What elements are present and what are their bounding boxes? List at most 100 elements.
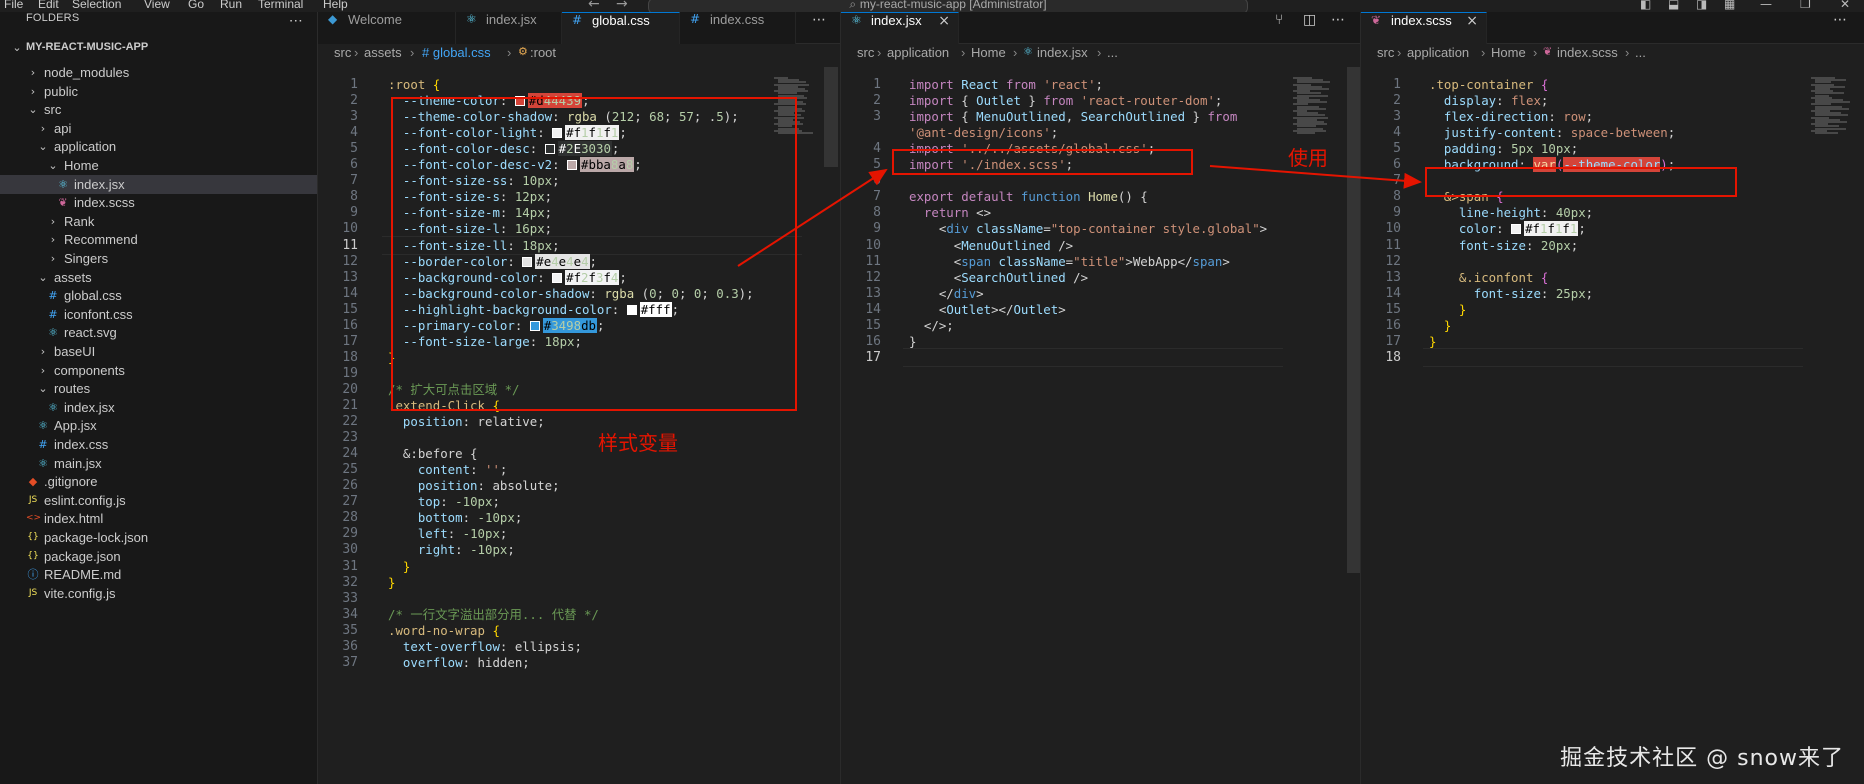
command-center[interactable]: ⌕ my-react-music-app [Administrator] — [648, 0, 1248, 12]
breadcrumb-item[interactable]: application — [887, 45, 949, 60]
tree-item[interactable]: › Singers — [0, 249, 317, 268]
more-actions-icon[interactable]: ⋯ — [812, 12, 826, 44]
chevron-right-icon: › — [30, 84, 36, 98]
breadcrumb-item[interactable]: Home — [971, 45, 1006, 60]
restore-icon[interactable]: ❐ — [1800, 0, 1811, 11]
breadcrumb-item[interactable]: ... — [1107, 45, 1118, 60]
menu-help[interactable]: Help — [323, 0, 348, 11]
color-swatch[interactable] — [1511, 224, 1522, 235]
tab-label: Welcome — [348, 12, 402, 27]
tree-item[interactable]: ⓘ README.md — [0, 565, 317, 584]
tree-item[interactable]: › components — [0, 361, 317, 380]
toggle-sidebar-icon[interactable]: ◧ — [1640, 0, 1651, 11]
menu-selection[interactable]: Selection — [72, 0, 121, 11]
tree-item[interactable]: ⚛ main.jsx — [0, 454, 317, 473]
tree-item[interactable]: {} package-lock.json — [0, 528, 317, 547]
tree-item-label: index.html — [44, 511, 104, 527]
tree-item[interactable]: ⚛ react.svg — [0, 323, 317, 342]
breadcrumb-item[interactable]: application — [1407, 45, 1469, 60]
tree-item[interactable]: ⚛ index.jsx — [0, 398, 317, 417]
tree-item[interactable]: # global.css — [0, 286, 317, 305]
forward-arrow-icon[interactable]: → — [616, 0, 628, 12]
menu-run[interactable]: Run — [220, 0, 242, 11]
breadcrumb-item[interactable]: index.jsx — [1037, 45, 1088, 60]
tree-item[interactable]: {} package.json — [0, 547, 317, 566]
breadcrumb-item[interactable]: src — [334, 45, 351, 60]
tab-index-css[interactable]: # index.css — [680, 12, 796, 44]
more-actions-icon[interactable]: ⋯ — [1833, 12, 1847, 44]
breadcrumb-item[interactable]: assets — [364, 45, 402, 60]
tab-global-css[interactable]: # global.css — [562, 12, 680, 44]
source-control-graph-icon[interactable]: ⑂ — [1275, 12, 1283, 44]
toggle-secondary-sidebar-icon[interactable]: ◨ — [1696, 0, 1707, 11]
close-tab-icon[interactable]: × — [1466, 13, 1478, 29]
minimize-icon[interactable]: — — [1760, 0, 1772, 11]
explorer-header: FOLDERS ⋯ — [0, 12, 317, 40]
tree-item[interactable]: JS eslint.config.js — [0, 491, 317, 510]
breadcrumb-item[interactable]: index.scss — [1557, 45, 1618, 60]
tree-item[interactable]: ⌄ application — [0, 137, 317, 156]
tree-item-label: index.jsx — [64, 399, 115, 415]
menu-file[interactable]: File — [4, 0, 23, 11]
breadcrumb-item[interactable]: src — [1377, 45, 1394, 60]
tree-root[interactable]: ⌄ MY-REACT-MUSIC-APP — [0, 41, 317, 63]
breadcrumb-item[interactable]: ... — [1635, 45, 1646, 60]
tree-item[interactable]: ⚛ App.jsx — [0, 416, 317, 435]
split-editor-icon[interactable]: ◫ — [1303, 12, 1316, 44]
tree-item[interactable]: ⌄ src — [0, 100, 317, 119]
more-actions-icon[interactable]: ⋯ — [289, 12, 303, 29]
tree-item-label: index.css — [54, 437, 109, 452]
usage-highlight-box — [1425, 167, 1737, 197]
tree-item[interactable]: ⌄ routes — [0, 379, 317, 398]
tree-item[interactable]: › Rank — [0, 212, 317, 231]
tree-item[interactable]: ❦ index.scss — [0, 193, 317, 212]
tree-item[interactable]: ⌄ Home — [0, 156, 317, 175]
tab-index-scss[interactable]: ❦ index.scss × — [1361, 12, 1487, 44]
tab-bar: ◆ Welcome ⚛ index.jsx # global.css # ind… — [318, 12, 840, 44]
tree-item[interactable]: ⌄ assets — [0, 268, 317, 287]
breadcrumb-item[interactable]: # global.css — [422, 45, 491, 60]
chevron-right-icon: › — [50, 214, 56, 228]
tab-index-jsx[interactable]: ⚛ index.jsx — [456, 12, 562, 44]
tree-item[interactable]: # iconfont.css — [0, 305, 317, 324]
scrollbar[interactable] — [824, 67, 838, 167]
json-icon: {} — [27, 550, 39, 561]
minimap[interactable] — [1811, 77, 1851, 137]
tab-index-jsx[interactable]: ⚛ index.jsx × — [841, 12, 959, 44]
react-icon: ⚛ — [48, 400, 58, 414]
html-icon: <> — [26, 513, 42, 524]
close-tab-icon[interactable]: × — [938, 13, 950, 29]
tab-welcome[interactable]: ◆ Welcome — [318, 12, 456, 44]
tree-item[interactable]: # index.css — [0, 435, 317, 454]
more-actions-icon[interactable]: ⋯ — [1331, 12, 1345, 44]
tree-item-label: application — [54, 139, 117, 155]
chevron-right-icon: › — [40, 345, 46, 358]
tree-item[interactable]: JS vite.config.js — [0, 584, 317, 603]
tree-item[interactable]: › baseUI — [0, 342, 317, 361]
tree-item[interactable]: › Recommend — [0, 230, 317, 249]
breadcrumb-item[interactable]: Home — [1491, 45, 1526, 60]
close-window-icon[interactable]: ✕ — [1840, 0, 1850, 11]
tree-item[interactable]: › public — [0, 82, 317, 101]
tree-item[interactable]: › api — [0, 119, 317, 138]
breadcrumb-item[interactable]: src — [857, 45, 874, 60]
search-icon: ⌕ — [849, 0, 860, 11]
tree-item[interactable]: ◆ .gitignore — [0, 472, 317, 491]
tree-item[interactable]: ⚛ index.jsx — [0, 174, 317, 194]
menu-edit[interactable]: Edit — [38, 0, 59, 11]
react-icon: ⚛ — [38, 456, 48, 470]
toggle-panel-icon[interactable]: ⬓ — [1668, 0, 1679, 11]
tree-item[interactable]: › node_modules — [0, 63, 317, 82]
tree-item-label: Home — [64, 158, 99, 173]
scrollbar[interactable] — [1347, 67, 1360, 573]
breadcrumb-item[interactable]: :root — [530, 45, 556, 60]
chevron-down-icon: ⌄ — [48, 159, 58, 172]
css-icon: # — [572, 13, 583, 27]
back-arrow-icon[interactable]: ← — [588, 0, 600, 12]
tree-item[interactable]: <> index.html — [0, 509, 317, 528]
menu-terminal[interactable]: Terminal — [258, 0, 303, 11]
minimap[interactable] — [1293, 77, 1333, 137]
menu-view[interactable]: View — [144, 0, 170, 11]
menu-go[interactable]: Go — [188, 0, 204, 11]
customize-layout-icon[interactable]: ▦ — [1724, 0, 1735, 11]
